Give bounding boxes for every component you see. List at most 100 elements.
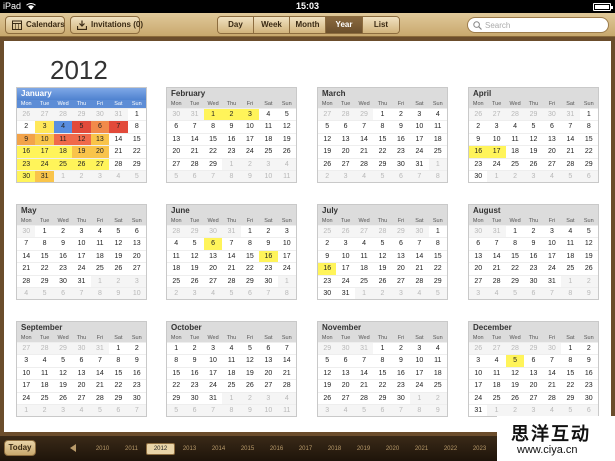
day-cell-adjacent[interactable]: 3 — [127, 274, 146, 287]
day-cell[interactable]: 23 — [318, 274, 337, 287]
day-cell[interactable]: 22 — [579, 145, 598, 157]
day-cell[interactable]: 24 — [72, 262, 91, 274]
day-cell[interactable]: 23 — [524, 262, 543, 274]
day-cell[interactable]: 1 — [579, 108, 598, 120]
day-cell[interactable]: 28 — [185, 157, 204, 170]
day-cell-adjacent[interactable]: 28 — [505, 108, 525, 121]
day-cell[interactable]: 5 — [524, 120, 543, 132]
day-cell-adjacent[interactable]: 4 — [109, 169, 128, 183]
day-cell[interactable]: 8 — [505, 237, 525, 249]
day-cell-adjacent[interactable]: 3 — [53, 403, 73, 417]
day-cell[interactable]: 12 — [109, 237, 128, 249]
day-cell[interactable]: 25 — [35, 391, 54, 404]
day-cell[interactable]: 23 — [127, 379, 146, 391]
day-cell[interactable]: 17 — [336, 262, 355, 274]
day-cell[interactable]: 15 — [127, 132, 146, 145]
day-cell[interactable]: 9 — [259, 237, 278, 249]
day-cell[interactable]: 3 — [240, 108, 260, 121]
day-cell-adjacent[interactable]: 7 — [127, 403, 146, 417]
day-cell-adjacent[interactable]: 3 — [259, 391, 278, 404]
day-cell[interactable]: 25 — [222, 379, 241, 391]
day-cell-adjacent[interactable]: 3 — [524, 403, 543, 417]
day-cell-adjacent[interactable]: 5 — [167, 169, 186, 183]
day-cell[interactable]: 5 — [240, 342, 260, 354]
day-cell[interactable]: 25 — [428, 379, 447, 391]
day-cell[interactable]: 26 — [53, 391, 73, 404]
day-cell[interactable]: 22 — [203, 145, 223, 157]
day-cell[interactable]: 30 — [185, 391, 204, 404]
day-cell[interactable]: 7 — [354, 120, 374, 132]
day-cell[interactable]: 15 — [579, 132, 598, 145]
day-cell[interactable]: 27 — [391, 274, 411, 287]
day-cell[interactable]: 6 — [391, 237, 411, 249]
day-cell[interactable]: 10 — [35, 132, 54, 146]
day-cell[interactable]: 20 — [469, 262, 488, 274]
year-strip-item[interactable]: 2021 — [407, 443, 436, 455]
day-cell[interactable]: 13 — [391, 249, 411, 262]
day-cell-adjacent[interactable]: 28 — [167, 225, 186, 238]
day-cell[interactable]: 16 — [318, 262, 337, 275]
day-cell[interactable]: 10 — [203, 354, 223, 366]
day-cell[interactable]: 8 — [373, 354, 392, 366]
day-cell[interactable]: 13 — [259, 354, 278, 366]
day-cell[interactable]: 19 — [109, 249, 128, 262]
month-card[interactable]: March Mon Tue Wed Thu Fri Sat Sun 27 28 29 1 2 3 4 5 6 7 8… — [317, 87, 448, 184]
year-strip-item[interactable]: 2022 — [436, 443, 465, 455]
day-cell[interactable]: 24 — [410, 379, 429, 391]
day-cell[interactable]: 18 — [222, 366, 241, 379]
tab-week[interactable]: Week — [254, 17, 290, 33]
day-cell[interactable]: 2 — [391, 342, 411, 354]
day-cell[interactable]: 23 — [17, 157, 36, 170]
day-cell[interactable]: 8 — [373, 120, 392, 132]
day-cell-adjacent[interactable]: 5 — [561, 169, 580, 183]
day-cell-adjacent[interactable]: 29 — [53, 342, 73, 355]
day-cell[interactable]: 6 — [524, 354, 543, 366]
day-cell-adjacent[interactable]: 26 — [336, 225, 355, 238]
day-cell[interactable]: 3 — [277, 225, 296, 237]
day-cell-adjacent[interactable]: 29 — [185, 225, 204, 238]
day-cell[interactable]: 1 — [109, 342, 128, 354]
day-cell[interactable]: 24 — [240, 145, 260, 157]
day-cell[interactable]: 17 — [410, 132, 429, 145]
day-cell[interactable]: 10 — [277, 237, 296, 249]
day-cell[interactable]: 28 — [561, 157, 580, 170]
day-cell[interactable]: 19 — [318, 145, 337, 157]
day-cell[interactable]: 14 — [542, 366, 562, 379]
day-cell-adjacent[interactable]: 8 — [222, 169, 241, 183]
day-cell-adjacent[interactable]: 29 — [354, 108, 374, 121]
tab-list[interactable]: List — [363, 17, 399, 33]
day-cell-adjacent[interactable]: 8 — [90, 286, 110, 300]
day-cell-adjacent[interactable]: 4 — [203, 286, 223, 300]
day-cell-adjacent[interactable]: 30 — [469, 225, 488, 238]
day-cell-adjacent[interactable]: 8 — [277, 286, 296, 300]
day-cell[interactable]: 2 — [222, 108, 241, 121]
day-cell-adjacent[interactable]: 3 — [318, 403, 337, 417]
day-cell-adjacent[interactable]: 4 — [17, 286, 36, 300]
day-cell[interactable]: 1 — [35, 225, 54, 237]
day-cell[interactable]: 16 — [185, 366, 204, 379]
day-cell[interactable]: 14 — [354, 366, 374, 379]
day-cell[interactable]: 10 — [410, 354, 429, 366]
day-cell[interactable]: 25 — [487, 391, 506, 404]
day-cell[interactable]: 17 — [410, 366, 429, 379]
day-cell[interactable]: 11 — [90, 237, 110, 249]
day-cell[interactable]: 12 — [373, 249, 392, 262]
day-cell[interactable]: 21 — [109, 145, 128, 157]
day-cell[interactable]: 20 — [336, 145, 355, 157]
day-cell-adjacent[interactable]: 4 — [542, 403, 562, 417]
day-cell[interactable]: 15 — [109, 366, 128, 379]
day-cell-adjacent[interactable]: 1 — [222, 157, 241, 170]
day-cell-adjacent[interactable]: 29 — [318, 342, 337, 355]
day-cell-adjacent[interactable]: 11 — [277, 169, 296, 183]
day-cell[interactable]: 22 — [373, 145, 392, 157]
day-cell-adjacent[interactable]: 28 — [373, 225, 392, 238]
day-cell[interactable]: 11 — [428, 120, 447, 132]
day-cell[interactable]: 14 — [109, 132, 128, 145]
day-cell[interactable]: 16 — [127, 366, 146, 379]
year-strip-item[interactable]: 2013 — [175, 443, 204, 455]
day-cell[interactable]: 26 — [579, 262, 598, 274]
day-cell[interactable]: 14 — [354, 132, 374, 145]
day-cell[interactable]: 26 — [109, 262, 128, 274]
day-cell-adjacent[interactable]: 4 — [277, 157, 296, 170]
day-cell[interactable]: 28 — [222, 274, 241, 287]
